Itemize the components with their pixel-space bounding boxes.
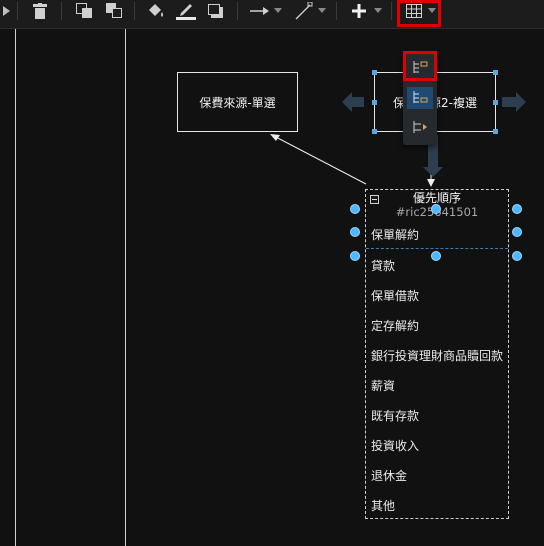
delete-button[interactable] (28, 0, 52, 22)
selection-border (366, 248, 508, 249)
list-title: 優先順序 (412, 191, 461, 205)
list-item[interactable]: 退休金 (371, 467, 407, 484)
list-item[interactable]: 其他 (371, 497, 395, 514)
connection-button[interactable] (248, 0, 272, 22)
shape-premium-source-single[interactable]: 保費來源-單選 (177, 72, 298, 132)
list-item[interactable]: 保單解約 (371, 226, 419, 243)
move-right-arrow (502, 92, 526, 112)
trash-icon (33, 3, 47, 19)
selection-handle[interactable] (350, 227, 360, 237)
connection-arrow-icon (250, 6, 270, 16)
toolbar-divider (17, 2, 18, 20)
shadow-button[interactable] (204, 0, 228, 22)
connector-arrowhead (427, 179, 435, 187)
insert-row-below-icon (412, 89, 428, 108)
selection-handle[interactable] (431, 251, 441, 261)
forward-button[interactable] (0, 0, 14, 22)
to-front-icon (75, 3, 93, 19)
insert-dropdown-icon[interactable] (374, 8, 382, 13)
fill-color-icon (147, 3, 165, 19)
list-item[interactable]: 定存解約 (371, 317, 419, 334)
to-front-button[interactable] (72, 0, 96, 22)
insert-column-icon (412, 119, 428, 138)
move-left-arrow (342, 92, 364, 112)
selection-handle[interactable] (431, 204, 441, 214)
waypoint-icon (295, 2, 313, 20)
line-color-button[interactable] (174, 0, 198, 22)
list-item[interactable]: 既有存款 (371, 407, 419, 424)
toolbar-divider (237, 2, 238, 20)
forward-icon (3, 6, 11, 16)
selection-handle[interactable] (350, 204, 360, 214)
list-item[interactable]: 貸款 (371, 257, 395, 274)
diagram-canvas[interactable]: 保費來源-單選 保費來源2-複選 優先順序 (0, 29, 544, 546)
selection-handle[interactable] (512, 251, 522, 261)
connector-edge (271, 134, 367, 185)
resize-handle[interactable] (372, 100, 377, 105)
selection-handle[interactable] (350, 251, 360, 261)
collapse-icon[interactable] (370, 195, 379, 204)
to-back-icon (105, 3, 123, 19)
resize-handle[interactable] (493, 100, 498, 105)
resize-handle[interactable] (372, 70, 377, 75)
toolbar-divider (134, 2, 135, 20)
waypoint-dropdown-icon[interactable] (318, 8, 326, 13)
insert-row-below-item[interactable] (407, 87, 433, 109)
selection-handle[interactable] (512, 204, 522, 214)
priority-list[interactable]: 優先順序 #ric25641501 保單解約 貸款 保單借款 定存解約 銀行投資… (365, 189, 509, 519)
toolbar-divider (391, 2, 392, 20)
fill-color-button[interactable] (144, 0, 168, 22)
connector-arrowhead (270, 134, 280, 141)
resize-handle[interactable] (372, 129, 377, 134)
insert-button[interactable] (347, 0, 371, 22)
selected-menu-highlight (403, 51, 437, 81)
connection-dropdown-icon[interactable] (274, 8, 282, 13)
plus-icon (352, 4, 366, 18)
insert-column-item[interactable] (407, 117, 433, 139)
toolbar-divider (336, 2, 337, 20)
selection-handle[interactable] (512, 227, 522, 237)
toolbar (0, 0, 544, 29)
shape-label: 保費來源-單選 (199, 95, 276, 110)
table-button-highlight (397, 0, 441, 27)
list-item[interactable]: 薪資 (371, 377, 395, 394)
to-back-button[interactable] (102, 0, 126, 22)
list-item[interactable]: 投資收入 (371, 437, 419, 454)
list-item[interactable]: 銀行投資理財商品贖回款 (371, 347, 503, 364)
shadow-icon (208, 3, 224, 19)
waypoint-button[interactable] (292, 0, 316, 22)
toolbar-divider (61, 2, 62, 20)
list-item[interactable]: 保單借款 (371, 287, 419, 304)
line-color-icon (176, 2, 196, 20)
resize-handle[interactable] (493, 70, 498, 75)
resize-handle[interactable] (493, 129, 498, 134)
